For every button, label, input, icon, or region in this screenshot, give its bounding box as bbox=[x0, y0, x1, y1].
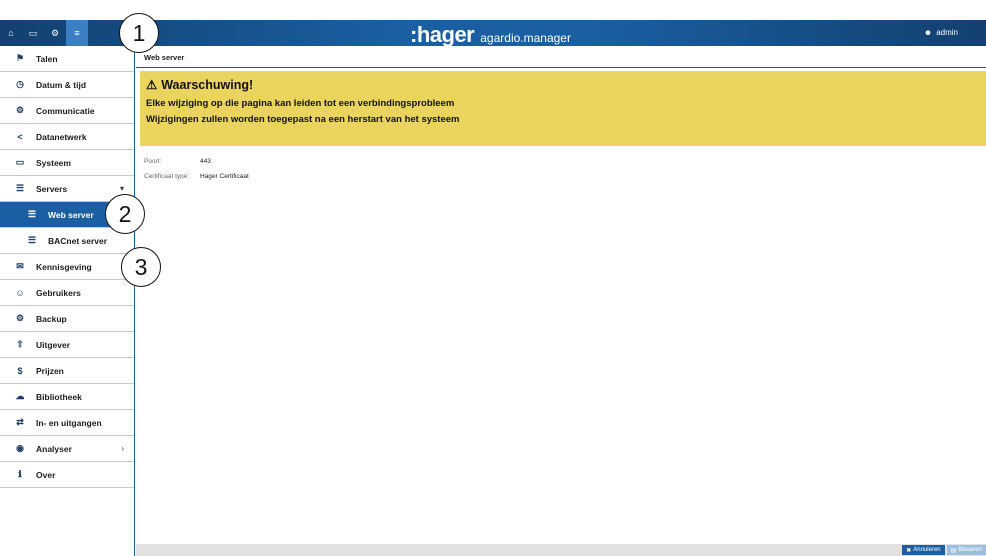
user-menu[interactable]: ☻ admin bbox=[924, 28, 958, 37]
sidebar-item-label: Gebruikers bbox=[36, 287, 81, 298]
top-tabs: ⌂ ▭ ⚙ ≡ bbox=[0, 20, 88, 46]
flag-icon: ⚑ bbox=[15, 53, 25, 63]
cogs-icon[interactable]: ⚙ bbox=[44, 20, 66, 46]
home-icon[interactable]: ⌂ bbox=[0, 20, 22, 46]
exchange-icon: ⇄ bbox=[16, 417, 24, 427]
sidebar-item-bacnet-server[interactable]: ☰ BACnet server bbox=[0, 228, 134, 254]
user-icon: ☻ bbox=[923, 28, 933, 37]
save-label: Bewaren bbox=[958, 547, 982, 553]
property-row-port: Poort: 443 bbox=[144, 154, 986, 169]
user-name: admin bbox=[936, 28, 958, 37]
warning-line: Elke wijziging op die pagina kan leiden … bbox=[146, 98, 455, 109]
server-icon: ☰ bbox=[27, 209, 37, 219]
property-label: Poort: bbox=[144, 158, 162, 165]
sidebar-item-label: Datum & tijd bbox=[36, 79, 87, 90]
sidebar-item-analyser[interactable]: ◉ Analyser › bbox=[0, 436, 134, 462]
callout-2: 2 bbox=[105, 194, 145, 234]
sidebar-item-prijzen[interactable]: $ Prijzen bbox=[0, 358, 134, 384]
sidebar-item-label: Datanetwerk bbox=[36, 131, 87, 142]
cogs-icon: ⚙ bbox=[15, 313, 25, 323]
sidebar-item-kennisgeving[interactable]: ✉ Kennisgeving bbox=[0, 254, 134, 280]
share-icon: < bbox=[17, 131, 23, 142]
callout-3: 3 bbox=[121, 247, 161, 287]
server-icon: ☰ bbox=[15, 183, 25, 193]
info-icon: ℹ bbox=[18, 469, 22, 479]
hdd-icon: ▭ bbox=[15, 157, 25, 167]
sidebar-item-label: BACnet server bbox=[48, 235, 108, 246]
chevron-down-icon: ▾ bbox=[119, 184, 124, 193]
main-content: Web server ⚠ Waarschuwing! Elke wijzigin… bbox=[136, 46, 986, 556]
footer-bar: ✖ Annuleren ▤ Bewaren bbox=[136, 544, 986, 556]
sidebar-item-label: In- en uitgangen bbox=[36, 417, 102, 428]
warning-banner: ⚠ Waarschuwing! Elke wijziging op die pa… bbox=[140, 71, 986, 146]
warning-title: ⚠ Waarschuwing! bbox=[146, 77, 980, 93]
envelope-icon: ✉ bbox=[16, 261, 24, 271]
eye-icon: ◉ bbox=[16, 443, 24, 453]
warning-title-text: Waarschuwing! bbox=[161, 77, 254, 92]
sidebar-item-communicatie[interactable]: ⚙ Communicatie bbox=[0, 98, 134, 124]
app-brand: :hager agardio.manager bbox=[410, 22, 571, 48]
monitor-icon[interactable]: ▭ bbox=[22, 20, 44, 46]
sidebar-item-label: Backup bbox=[36, 313, 67, 324]
sidebar-item-label: Kennisgeving bbox=[36, 261, 92, 272]
save-icon: ▤ bbox=[950, 547, 957, 554]
warning-icon: ⚠ bbox=[146, 78, 158, 92]
sidebar-item-label: Uitgever bbox=[36, 339, 71, 350]
sidebar-item-label: Analyser bbox=[36, 443, 72, 454]
server-icon: ☰ bbox=[27, 235, 37, 245]
clock-icon: ◷ bbox=[16, 79, 24, 89]
dollar-icon: $ bbox=[17, 365, 23, 376]
sidebar-item-over[interactable]: ℹ Over bbox=[0, 462, 134, 488]
callout-1: 1 bbox=[119, 13, 159, 53]
sidebar-item-label: Bibliotheek bbox=[36, 391, 82, 402]
users-icon: ☺ bbox=[15, 287, 25, 298]
footer-actions: ✖ Annuleren ▤ Bewaren bbox=[902, 545, 986, 555]
sidebar-item-in-en-uitgangen[interactable]: ⇄ In- en uitgangen bbox=[0, 410, 134, 436]
cancel-label: Annuleren bbox=[913, 547, 941, 553]
warning-line: Wijzigingen zullen worden toegepast na e… bbox=[146, 114, 460, 125]
breadcrumb: Web server bbox=[136, 46, 986, 68]
chevron-right-icon: › bbox=[121, 444, 124, 453]
sidebar-item-systeem[interactable]: ▭ Systeem bbox=[0, 150, 134, 176]
sidebar-item-backup[interactable]: ⚙ Backup bbox=[0, 306, 134, 332]
server-properties: Poort: 443 Certificaat type: Hager Certi… bbox=[144, 154, 986, 184]
sidebar-item-label: Talen bbox=[36, 53, 58, 64]
sidebar-item-label: Systeem bbox=[36, 157, 71, 168]
upload-icon: ⇧ bbox=[16, 339, 24, 349]
product-name: agardio.manager bbox=[480, 31, 571, 45]
sidebar-item-datanetwerk[interactable]: < Datanetwerk bbox=[0, 124, 134, 150]
sidebar-item-label: Over bbox=[36, 469, 56, 480]
property-row-certificate-type: Certificaat type: Hager Certificaat bbox=[144, 169, 986, 184]
sidebar-item-label: Web server bbox=[48, 209, 94, 220]
cloud-upload-icon: ☁ bbox=[15, 391, 25, 401]
sidebar-item-label: Prijzen bbox=[36, 365, 64, 376]
cogs-icon: ⚙ bbox=[15, 105, 25, 115]
sidebar-item-label: Communicatie bbox=[36, 105, 95, 116]
property-value: 443 bbox=[200, 158, 211, 165]
sidebar-item-label: Servers bbox=[36, 183, 68, 194]
property-value: Hager Certificaat bbox=[200, 173, 249, 180]
sidebar-item-gebruikers[interactable]: ☺ Gebruikers bbox=[0, 280, 134, 306]
sidebar-item-talen[interactable]: ⚑ Talen bbox=[0, 46, 134, 72]
close-icon: ✖ bbox=[906, 547, 912, 554]
cancel-button[interactable]: ✖ Annuleren bbox=[902, 545, 945, 555]
sidebar: ⚑ Talen ◷ Datum & tijd ⚙ Communicatie < … bbox=[0, 46, 135, 556]
sidebar-item-datum-tijd[interactable]: ◷ Datum & tijd bbox=[0, 72, 134, 98]
sliders-icon[interactable]: ≡ bbox=[66, 20, 88, 46]
save-button[interactable]: ▤ Bewaren bbox=[946, 545, 986, 555]
property-label: Certificaat type: bbox=[144, 173, 190, 180]
hager-logo: :hager bbox=[410, 22, 475, 47]
sidebar-item-bibliotheek[interactable]: ☁ Bibliotheek bbox=[0, 384, 134, 410]
sidebar-item-uitgever[interactable]: ⇧ Uitgever bbox=[0, 332, 134, 358]
